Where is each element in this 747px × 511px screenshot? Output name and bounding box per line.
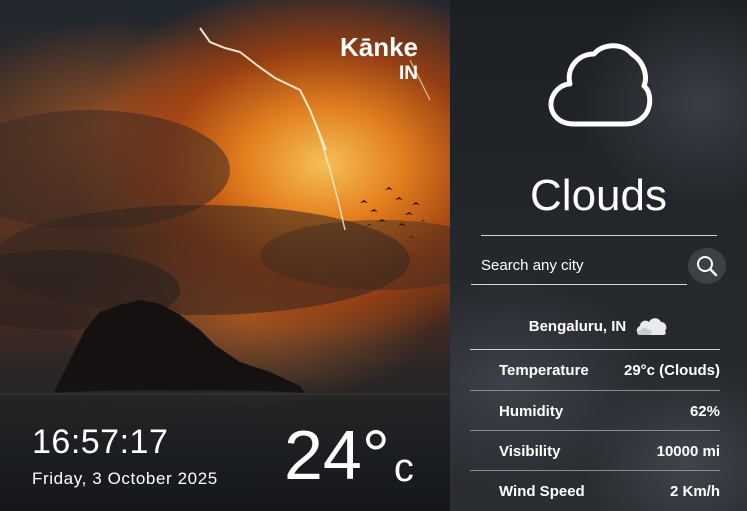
search-field: [471, 249, 691, 285]
detail-value: 10000 mi: [656, 442, 720, 460]
selected-city: Bengaluru, IN: [450, 313, 747, 339]
detail-label: Humidity: [499, 402, 564, 420]
clock-block: 16:57:17 Friday, 3 October 2025: [32, 422, 218, 490]
search-input[interactable]: [471, 253, 691, 277]
current-time: 16:57:17: [32, 423, 169, 461]
detail-label: Visibility: [499, 442, 561, 460]
temperature-unit: c: [393, 446, 414, 490]
cloud-icon: [637, 318, 667, 335]
selected-city-name: Bengaluru, IN: [528, 317, 627, 335]
cloud-outline-icon: [548, 43, 653, 127]
detail-value: 29°c (Clouds): [623, 361, 720, 379]
city-name: Kānke: [339, 32, 418, 62]
detail-label: Wind Speed: [499, 482, 585, 500]
detail-row-humidity: Humidity 62%: [470, 390, 720, 431]
temperature-value: 24: [284, 416, 362, 494]
condition-title: Clouds: [530, 171, 667, 220]
location-heading: Kānke IN: [340, 32, 418, 85]
hero-panel: Kānke IN 16:57:17 Friday, 3 October 2025…: [0, 0, 450, 511]
detail-value: 62%: [689, 402, 720, 420]
detail-row-visibility: Visibility 10000 mi: [470, 430, 720, 471]
detail-row-wind-speed: Wind Speed 2 Km/h: [470, 470, 720, 511]
detail-value: 2 Km/h: [669, 482, 720, 500]
weather-app: Kānke IN 16:57:17 Friday, 3 October 2025…: [0, 0, 747, 511]
weather-detail-panel: Clouds Bengaluru, IN Temperature 29°c (C…: [450, 0, 747, 511]
divider: [481, 235, 717, 236]
detail-label: Temperature: [499, 361, 589, 379]
current-temperature: 24 ° c: [284, 418, 414, 492]
current-date: Friday, 3 October 2025: [32, 469, 218, 488]
detail-row-temperature: Temperature 29°c (Clouds): [470, 350, 720, 390]
country-code: IN: [399, 63, 418, 84]
degree-symbol: °: [361, 416, 390, 494]
search-button[interactable]: [688, 248, 726, 284]
search-icon: [697, 256, 718, 277]
